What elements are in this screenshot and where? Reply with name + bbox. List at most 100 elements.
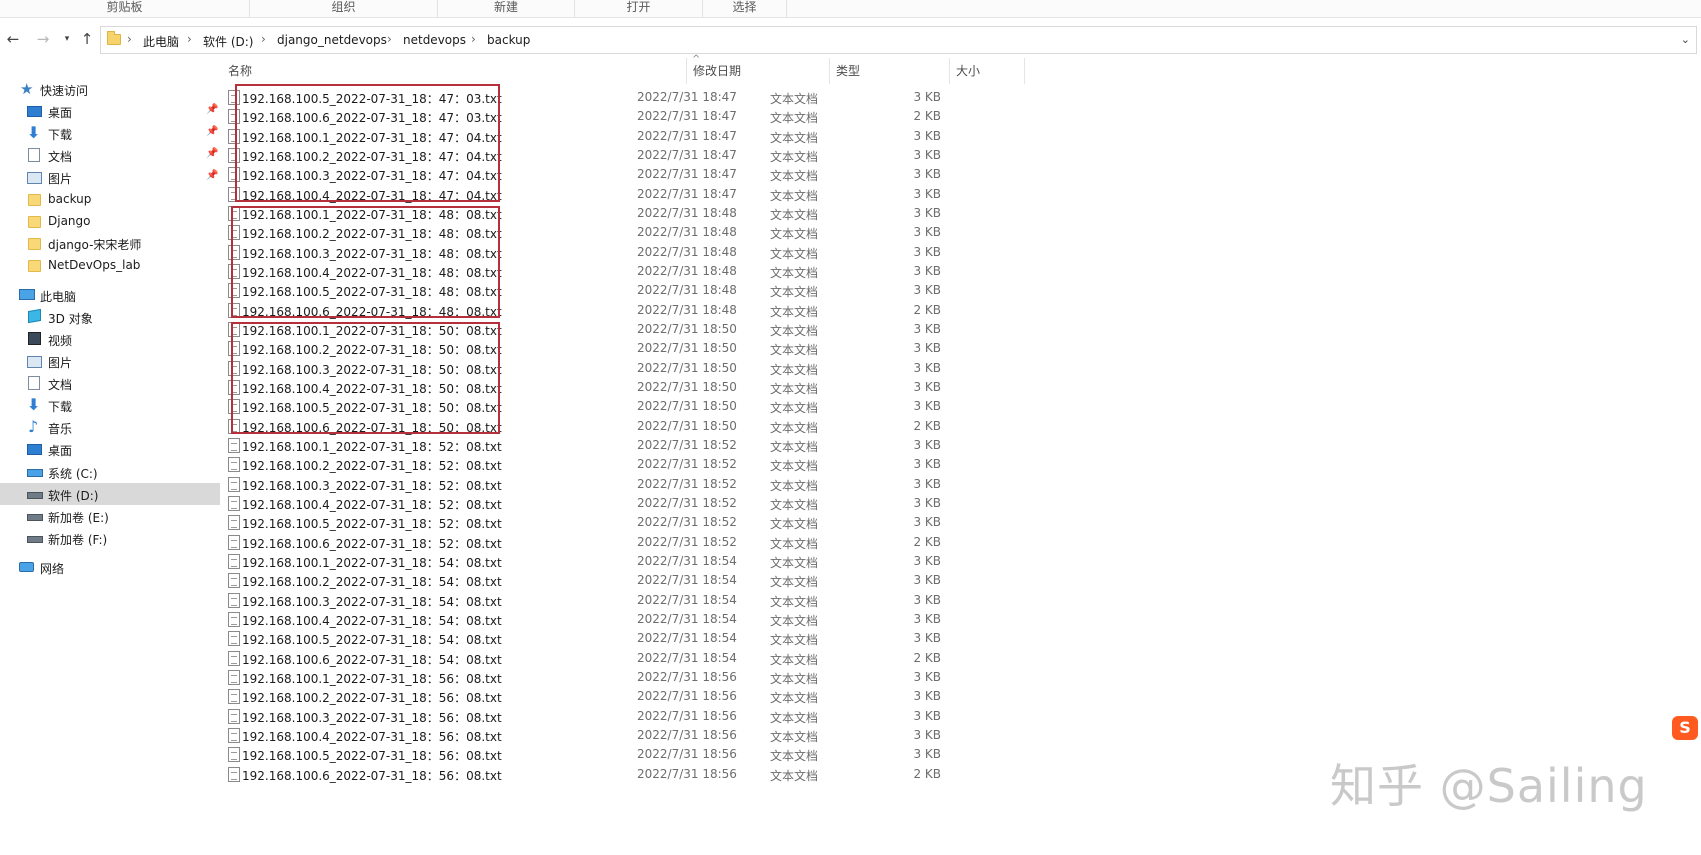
- file-type: 文本文档: [770, 459, 819, 474]
- nav-item-videos[interactable]: 视频: [0, 328, 220, 350]
- file-row[interactable]: 192.168.100.4_2022-07-31_18：56：08.txt 202…: [222, 726, 952, 745]
- nav-item-downloads[interactable]: ⬇ 下载 📌: [0, 122, 220, 144]
- nav-label: Django: [48, 214, 91, 228]
- breadcrumb-separator-icon[interactable]: ›: [261, 32, 266, 46]
- file-row[interactable]: 192.168.100.6_2022-07-31_18：52：08.txt 202…: [222, 533, 952, 552]
- file-name: 192.168.100.6_2022-07-31_18：54：08.txt: [242, 652, 502, 667]
- column-header-name[interactable]: 名称: [222, 58, 687, 84]
- column-header-size[interactable]: 大小: [950, 58, 1025, 84]
- nav-label: 下载: [48, 128, 73, 142]
- file-row[interactable]: 192.168.100.2_2022-07-31_18：52：08.txt 202…: [222, 455, 952, 474]
- file-modified-date: 2022/7/31 18:56: [637, 708, 737, 723]
- ribbon-group-select[interactable]: 选择: [703, 0, 787, 18]
- file-row[interactable]: 192.168.100.1_2022-07-31_18：52：08.txt 202…: [222, 436, 952, 455]
- breadcrumb-netdevops[interactable]: netdevops: [403, 33, 466, 47]
- file-row[interactable]: 192.168.100.5_2022-07-31_18：56：08.txt 202…: [222, 745, 952, 764]
- breadcrumb-separator-icon[interactable]: ›: [127, 32, 132, 46]
- ribbon-bar: 剪贴板 组织 新建 打开 选择: [0, 0, 1701, 18]
- file-row[interactable]: 192.168.100.2_2022-07-31_18：54：08.txt 202…: [222, 571, 952, 590]
- file-modified-date: 2022/7/31 18:47: [637, 167, 737, 182]
- file-modified-date: 2022/7/31 18:47: [637, 147, 737, 162]
- nav-item-music[interactable]: ♪ 音乐: [0, 416, 220, 438]
- file-row[interactable]: 192.168.100.6_2022-07-31_18：56：08.txt 202…: [222, 765, 952, 784]
- nav-item-backup[interactable]: backup: [0, 188, 220, 210]
- file-row[interactable]: 192.168.100.1_2022-07-31_18：54：08.txt 202…: [222, 552, 952, 571]
- pin-icon[interactable]: 📌: [206, 170, 218, 181]
- file-row[interactable]: 192.168.100.4_2022-07-31_18：54：08.txt 202…: [222, 610, 952, 629]
- folder-icon: [28, 194, 41, 206]
- file-row[interactable]: 192.168.100.4_2022-07-31_18：52：08.txt 202…: [222, 494, 952, 513]
- pin-icon[interactable]: 📌: [206, 126, 218, 137]
- file-row[interactable]: 192.168.100.3_2022-07-31_18：52：08.txt 202…: [222, 475, 952, 494]
- nav-item-pc-pictures[interactable]: 图片: [0, 350, 220, 372]
- file-size: 3 KB: [913, 147, 941, 162]
- nav-item-desktop[interactable]: 桌面 📌: [0, 100, 220, 122]
- nav-this-pc[interactable]: 此电脑: [0, 284, 220, 306]
- nav-label: 新加卷 (E:): [48, 511, 109, 525]
- file-name: 192.168.100.2_2022-07-31_18：56：08.txt: [242, 691, 502, 706]
- file-size: 2 KB: [913, 650, 941, 665]
- pin-icon[interactable]: 📌: [206, 104, 218, 115]
- sogou-ime-icon[interactable]: S: [1672, 716, 1698, 740]
- file-type: 文本文档: [770, 265, 819, 280]
- recent-locations-chevron-icon[interactable]: ▾: [58, 30, 76, 48]
- file-row[interactable]: 192.168.100.2_2022-07-31_18：56：08.txt 202…: [222, 687, 952, 706]
- breadcrumb-django-netdevops[interactable]: django_netdevops: [277, 33, 387, 47]
- ribbon-group-organize[interactable]: 组织: [250, 0, 438, 18]
- nav-item-django[interactable]: Django: [0, 210, 220, 232]
- file-size: 3 KB: [913, 631, 941, 646]
- file-row[interactable]: 192.168.100.3_2022-07-31_18：56：08.txt 202…: [222, 707, 952, 726]
- back-arrow-icon[interactable]: ←: [4, 30, 22, 48]
- nav-item-documents[interactable]: 文档 📌: [0, 144, 220, 166]
- file-row[interactable]: 192.168.100.1_2022-07-31_18：56：08.txt 202…: [222, 668, 952, 687]
- nav-network[interactable]: 网络: [0, 556, 220, 578]
- breadcrumb-separator-icon[interactable]: ›: [387, 32, 392, 46]
- nav-quick-access[interactable]: ★ 快速访问: [0, 78, 220, 100]
- file-row[interactable]: 192.168.100.6_2022-07-31_18：54：08.txt 202…: [222, 649, 952, 668]
- file-name: 192.168.100.3_2022-07-31_18：56：08.txt: [242, 710, 502, 725]
- address-bar[interactable]: › 此电脑 › 软件 (D:) › django_netdevops › net…: [100, 26, 1697, 54]
- nav-label: 音乐: [48, 422, 73, 436]
- nav-item-pc-desktop[interactable]: 桌面: [0, 438, 220, 460]
- file-row[interactable]: 192.168.100.3_2022-07-31_18：54：08.txt 202…: [222, 591, 952, 610]
- address-row: ← → ▾ ↑ › 此电脑 › 软件 (D:) › django_netdevo…: [0, 22, 1701, 58]
- nav-item-drive-c[interactable]: 系统 (C:): [0, 461, 220, 483]
- file-modified-date: 2022/7/31 18:52: [637, 534, 737, 549]
- forward-arrow-icon[interactable]: →: [34, 30, 52, 48]
- ribbon-group-clipboard[interactable]: 剪贴板: [0, 0, 250, 18]
- nav-label: django-宋宋老师: [48, 238, 142, 252]
- file-type: 文本文档: [770, 227, 819, 242]
- file-row[interactable]: 192.168.100.5_2022-07-31_18：52：08.txt 202…: [222, 513, 952, 532]
- column-header-date[interactable]: 修改日期: [687, 58, 830, 84]
- computer-icon: [19, 289, 35, 300]
- file-name: 192.168.100.6_2022-07-31_18：56：08.txt: [242, 768, 502, 783]
- nav-item-netdevops-lab[interactable]: NetDevOps_lab: [0, 254, 220, 276]
- file-type: 文本文档: [770, 671, 819, 686]
- nav-item-drive-d[interactable]: 软件 (D:): [0, 483, 220, 505]
- breadcrumb-separator-icon[interactable]: ›: [471, 32, 476, 46]
- file-size: 3 KB: [913, 399, 941, 414]
- breadcrumb-separator-icon[interactable]: ›: [187, 32, 192, 46]
- file-modified-date: 2022/7/31 18:50: [637, 321, 737, 336]
- nav-item-django-songsong[interactable]: django-宋宋老师: [0, 232, 220, 254]
- breadcrumb-this-pc[interactable]: 此电脑: [143, 33, 179, 50]
- column-header-type[interactable]: 类型: [830, 58, 950, 84]
- nav-item-drive-e[interactable]: 新加卷 (E:): [0, 505, 220, 527]
- nav-item-pc-documents[interactable]: 文档: [0, 372, 220, 394]
- file-modified-date: 2022/7/31 18:54: [637, 631, 737, 646]
- nav-label: backup: [48, 192, 92, 206]
- nav-item-drive-f[interactable]: 新加卷 (F:): [0, 527, 220, 549]
- pin-icon[interactable]: 📌: [206, 148, 218, 159]
- breadcrumb-drive-d[interactable]: 软件 (D:): [203, 33, 253, 50]
- up-arrow-icon[interactable]: ↑: [78, 30, 96, 48]
- nav-item-pictures[interactable]: 图片 📌: [0, 166, 220, 188]
- address-dropdown-chevron-icon[interactable]: ⌄: [1681, 33, 1690, 46]
- breadcrumb-backup[interactable]: backup: [487, 33, 530, 47]
- nav-item-pc-downloads[interactable]: ⬇ 下载: [0, 394, 220, 416]
- file-size: 3 KB: [913, 495, 941, 510]
- file-row[interactable]: 192.168.100.5_2022-07-31_18：54：08.txt 202…: [222, 629, 952, 648]
- file-modified-date: 2022/7/31 18:56: [637, 689, 737, 704]
- nav-item-3d-objects[interactable]: 3D 对象: [0, 306, 220, 328]
- ribbon-group-new[interactable]: 新建: [438, 0, 575, 18]
- ribbon-group-open[interactable]: 打开: [575, 0, 703, 18]
